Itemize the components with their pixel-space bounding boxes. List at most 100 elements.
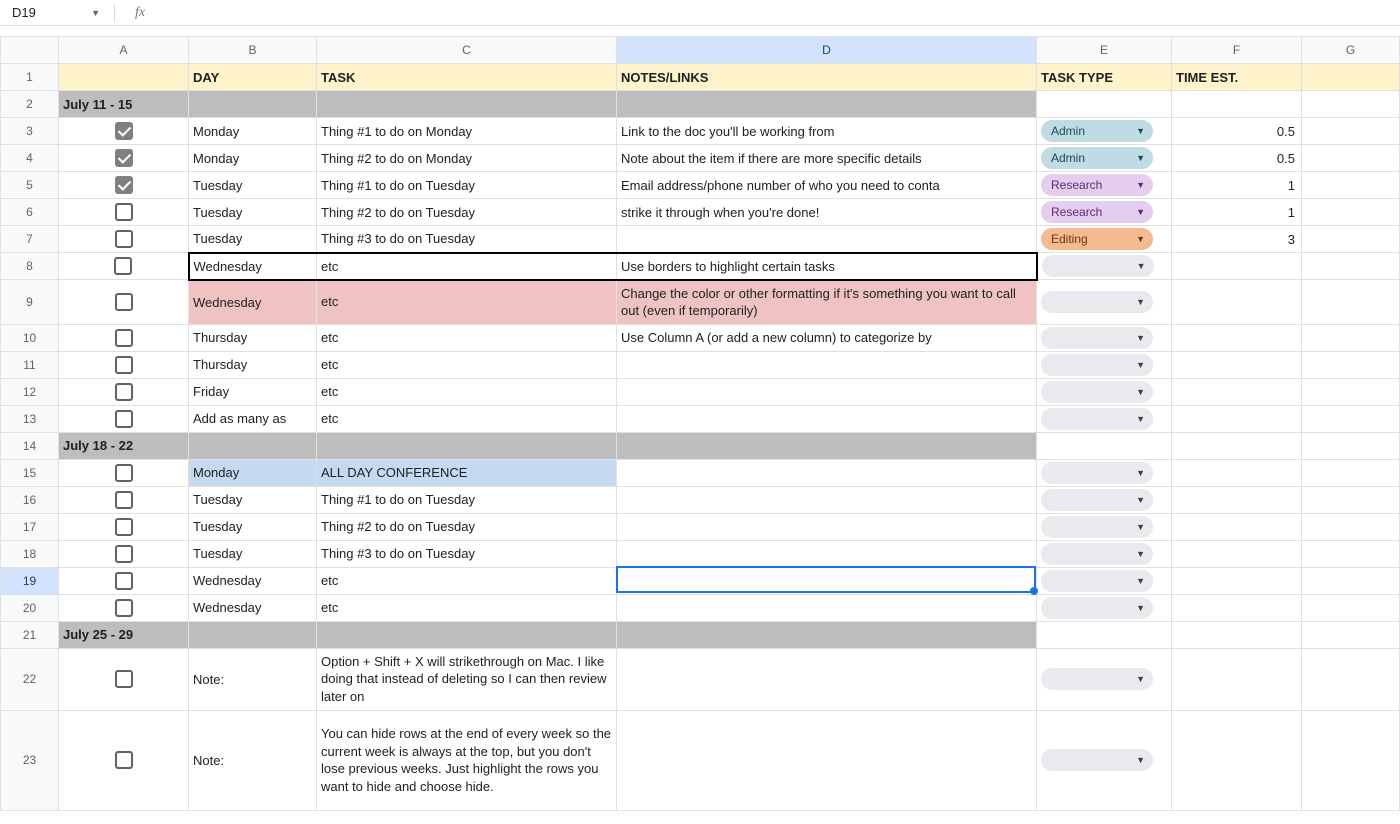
cell-D13[interactable] [617,405,1037,432]
row-header[interactable]: 10 [1,324,59,351]
cell-D6[interactable]: strike it through when you're done! [617,199,1037,226]
cell-G17[interactable] [1302,513,1400,540]
cell-G10[interactable] [1302,324,1400,351]
task-type-chip[interactable]: ▼ [1041,516,1153,538]
cell-B21[interactable] [189,621,317,648]
cell-F7[interactable]: 3 [1172,226,1302,253]
cell-B11[interactable]: Thursday [189,351,317,378]
cell-F13[interactable] [1172,405,1302,432]
row-header[interactable]: 18 [1,540,59,567]
cell-A11[interactable] [59,351,189,378]
cell-B14[interactable] [189,432,317,459]
cell-D14[interactable] [617,432,1037,459]
cell-C11[interactable]: etc [317,351,617,378]
cell-E21[interactable] [1037,621,1172,648]
cell-G3[interactable] [1302,118,1400,145]
task-type-chip[interactable]: ▼ [1041,462,1153,484]
cell-A15[interactable] [59,459,189,486]
row-header[interactable]: 7 [1,226,59,253]
cell-D3[interactable]: Link to the doc you'll be working from [617,118,1037,145]
cell-C2[interactable] [317,91,617,118]
cell-C1[interactable]: TASK [317,64,617,91]
cell-G6[interactable] [1302,199,1400,226]
cell-A12[interactable] [59,378,189,405]
cell-F4[interactable]: 0.5 [1172,145,1302,172]
cell-F22[interactable] [1172,648,1302,710]
cell-G4[interactable] [1302,145,1400,172]
cell-E4[interactable]: Admin▼ [1037,145,1172,172]
task-checkbox[interactable] [115,149,133,167]
task-checkbox[interactable] [115,545,133,563]
cell-E18[interactable]: ▼ [1037,540,1172,567]
cell-G14[interactable] [1302,432,1400,459]
column-header-C[interactable]: C [317,37,617,64]
cell-A16[interactable] [59,486,189,513]
cell-D16[interactable] [617,486,1037,513]
task-type-chip[interactable]: ▼ [1041,597,1153,619]
cell-A23[interactable] [59,710,189,810]
task-type-chip[interactable]: Editing▼ [1041,228,1153,250]
cell-F2[interactable] [1172,91,1302,118]
cell-B13[interactable]: Add as many as [189,405,317,432]
cell-C6[interactable]: Thing #2 to do on Tuesday [317,199,617,226]
cell-G1[interactable] [1302,64,1400,91]
task-type-chip[interactable]: ▼ [1041,543,1153,565]
cell-B6[interactable]: Tuesday [189,199,317,226]
cell-E12[interactable]: ▼ [1037,378,1172,405]
cell-C10[interactable]: etc [317,324,617,351]
cell-C5[interactable]: Thing #1 to do on Tuesday [317,172,617,199]
cell-E16[interactable]: ▼ [1037,486,1172,513]
cell-A9[interactable] [59,280,189,325]
cell-B19[interactable]: Wednesday [189,567,317,594]
cell-A6[interactable] [59,199,189,226]
task-checkbox[interactable] [115,122,133,140]
cell-E23[interactable]: ▼ [1037,710,1172,810]
task-type-chip[interactable]: ▼ [1041,668,1153,690]
cell-E14[interactable] [1037,432,1172,459]
cell-G11[interactable] [1302,351,1400,378]
cell-B18[interactable]: Tuesday [189,540,317,567]
cell-B12[interactable]: Friday [189,378,317,405]
row-header[interactable]: 12 [1,378,59,405]
cell-F8[interactable] [1172,253,1302,280]
cell-F12[interactable] [1172,378,1302,405]
cell-D9[interactable]: Change the color or other formatting if … [617,280,1037,325]
task-checkbox[interactable] [115,203,133,221]
cell-A1[interactable] [59,64,189,91]
cell-B15[interactable]: Monday [189,459,317,486]
cell-C18[interactable]: Thing #3 to do on Tuesday [317,540,617,567]
cell-E5[interactable]: Research▼ [1037,172,1172,199]
cell-G12[interactable] [1302,378,1400,405]
task-checkbox[interactable] [115,410,133,428]
task-checkbox[interactable] [115,572,133,590]
cell-F14[interactable] [1172,432,1302,459]
row-header[interactable]: 8 [1,253,59,280]
cell-D17[interactable] [617,513,1037,540]
cell-D12[interactable] [617,378,1037,405]
task-type-chip[interactable]: Admin▼ [1041,120,1153,142]
task-type-chip[interactable]: ▼ [1041,408,1153,430]
cell-A3[interactable] [59,118,189,145]
cell-B5[interactable]: Tuesday [189,172,317,199]
cell-E15[interactable]: ▼ [1037,459,1172,486]
row-header[interactable]: 17 [1,513,59,540]
cell-B10[interactable]: Thursday [189,324,317,351]
cell-E17[interactable]: ▼ [1037,513,1172,540]
cell-C19[interactable]: etc [317,567,617,594]
task-type-chip[interactable]: Admin▼ [1041,147,1153,169]
cell-F20[interactable] [1172,594,1302,621]
cell-E13[interactable]: ▼ [1037,405,1172,432]
cell-C8[interactable]: etc [317,253,617,280]
task-checkbox[interactable] [115,230,133,248]
task-checkbox[interactable] [115,293,133,311]
column-header-F[interactable]: F [1172,37,1302,64]
task-checkbox[interactable] [115,599,133,617]
cell-E19[interactable]: ▼ [1037,567,1172,594]
cell-E1[interactable]: TASK TYPE [1037,64,1172,91]
cell-A19[interactable] [59,567,189,594]
cell-F21[interactable] [1172,621,1302,648]
cell-D19[interactable] [617,567,1037,594]
cell-E6[interactable]: Research▼ [1037,199,1172,226]
row-header[interactable]: 14 [1,432,59,459]
cell-C3[interactable]: Thing #1 to do on Monday [317,118,617,145]
